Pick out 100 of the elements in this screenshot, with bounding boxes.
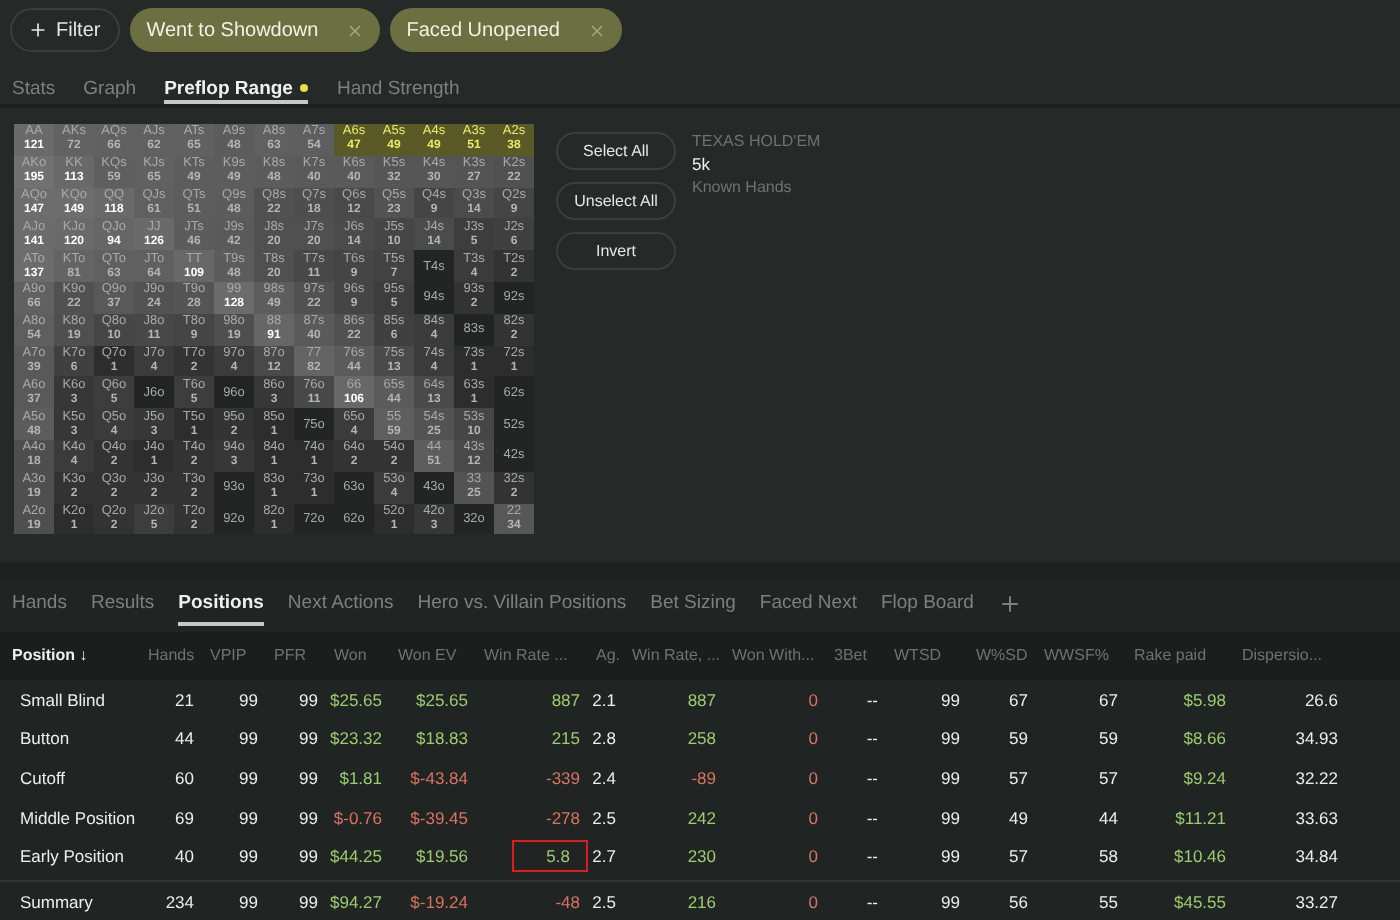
table-cell-text: --: [864, 726, 880, 753]
table-cell-text: -339: [543, 766, 582, 793]
column-header[interactable]: PFR: [266, 646, 326, 665]
view-tab[interactable]: Hand Strength: [336, 66, 460, 104]
column-header[interactable]: Rake paid: [1126, 646, 1234, 665]
table-cell-text: 33.27: [1293, 889, 1340, 916]
table-cell-text: $-43.84: [408, 766, 470, 793]
table-cell-text: --: [864, 844, 880, 871]
report-tab[interactable]: Results: [90, 583, 155, 626]
table-cell-text: 99: [237, 889, 260, 916]
column-header[interactable]: 3Bet: [826, 646, 886, 665]
table-cell-text: 242: [685, 805, 718, 832]
view-tab[interactable]: Stats: [12, 66, 56, 104]
table-cell-text: 99: [237, 687, 260, 714]
game-type: TEXAS HOLD'EM: [692, 132, 821, 150]
table-cell-text: 99: [297, 726, 320, 753]
table-cell-text: 0: [806, 844, 820, 871]
table-cell-text: 216: [685, 889, 718, 916]
table-cell-text: 2.5: [590, 805, 618, 832]
table-cell-text: 34.93: [1293, 726, 1340, 753]
table-cell-text: 99: [939, 844, 962, 871]
table-cell-text: 99: [939, 687, 962, 714]
range-button[interactable]: Select All: [556, 132, 676, 170]
view-tab[interactable]: Preflop Range: [164, 66, 309, 104]
table-cell-text: 99: [939, 726, 962, 753]
column-header[interactable]: WTSD: [886, 646, 968, 665]
table-cell-text: 2.1: [590, 687, 618, 714]
column-header[interactable]: Won: [326, 646, 390, 665]
table-cell-text: 58: [1097, 844, 1120, 871]
report-tab[interactable]: Hands: [12, 583, 67, 626]
table-cell-text: $44.25: [328, 844, 384, 871]
table-cell-text: Cutoff: [18, 766, 68, 793]
table-cell-text: $45.55: [1172, 889, 1228, 916]
table-cell-text: 55: [1097, 889, 1120, 916]
column-header[interactable]: Win Rate, ...: [624, 646, 724, 665]
table-cell-text: 99: [297, 889, 320, 916]
table-cell-text: 99: [297, 766, 320, 793]
view-tab[interactable]: Graph: [83, 66, 137, 104]
table-cell-text: --: [864, 805, 880, 832]
table-cell-text: 99: [237, 726, 260, 753]
column-header[interactable]: Won With...: [724, 646, 826, 665]
table-cell-text: 0: [806, 805, 820, 832]
table-cell-text: 99: [237, 844, 260, 871]
table-cell-text: $-39.45: [408, 805, 470, 832]
table-cell-text: $25.65: [414, 687, 470, 714]
table-cell: 5.8: [512, 840, 588, 873]
table-cell-text: $1.81: [337, 766, 384, 793]
table-cell-text: -278: [543, 805, 582, 832]
hands-label: Known Hands: [692, 178, 794, 196]
filter-button[interactable]: Filter: [10, 8, 121, 52]
table-cell-text: 99: [939, 889, 962, 916]
filter-chip[interactable]: Faced Unopened: [390, 8, 622, 52]
table-cell-text: 234: [163, 889, 196, 916]
close-icon[interactable]: [346, 21, 365, 39]
add-tab-icon[interactable]: [997, 592, 1022, 617]
column-header[interactable]: Position ↓: [12, 646, 140, 665]
table-cell-text: Small Blind: [18, 687, 108, 714]
close-icon[interactable]: [587, 21, 606, 39]
table-cell-text: 99: [297, 687, 320, 714]
table-cell-text: 0: [806, 766, 820, 793]
table-cell-text: -48: [553, 889, 582, 916]
table-cell-text: $5.98: [1181, 687, 1228, 714]
column-header[interactable]: Dispersio...: [1234, 646, 1346, 665]
report-tab[interactable]: Faced Next: [759, 583, 857, 626]
table-cell-text: 2.4: [590, 766, 618, 793]
table-cell-text: 0: [806, 726, 820, 753]
range-button[interactable]: Unselect All: [556, 182, 676, 220]
column-header[interactable]: W%SD: [968, 646, 1036, 665]
table-cell-text: $23.32: [328, 726, 384, 753]
table-cell-text: 69: [173, 805, 196, 832]
report-tab[interactable]: Positions: [178, 583, 264, 626]
table-cell-text: --: [864, 889, 880, 916]
filter-chip[interactable]: Went to Showdown: [130, 8, 381, 52]
report-tab[interactable]: Next Actions: [287, 583, 394, 626]
plus-icon: [28, 20, 48, 40]
table-cell-text: $8.66: [1181, 726, 1228, 753]
column-header[interactable]: Won EV: [390, 646, 476, 665]
table-cell-text: Summary: [18, 889, 95, 916]
table-cell-text: $10.46: [1172, 844, 1228, 871]
table-cell-text: 44: [173, 726, 196, 753]
range-button[interactable]: Invert: [556, 232, 676, 270]
table-cell-text: --: [864, 687, 880, 714]
report-tab[interactable]: Hero vs. Villain Positions: [417, 583, 627, 626]
table-cell-text: $11.21: [1173, 805, 1228, 832]
table-cell-text: 2.5: [590, 889, 618, 916]
report-tab[interactable]: Flop Board: [880, 583, 974, 626]
table-cell-text: 59: [1097, 726, 1120, 753]
column-header[interactable]: VPIP: [202, 646, 266, 665]
table-cell-text: $9.24: [1181, 766, 1228, 793]
table-cell-text: $19.56: [414, 844, 470, 871]
table-cell-text: 57: [1007, 766, 1030, 793]
column-header[interactable]: Ag.: [588, 646, 624, 665]
column-header[interactable]: Hands: [140, 646, 202, 665]
column-header[interactable]: Win Rate ...: [476, 646, 588, 665]
table-cell-text: 99: [939, 805, 962, 832]
column-header[interactable]: WWSF%: [1036, 646, 1126, 665]
report-tab[interactable]: Bet Sizing: [650, 583, 736, 626]
table-cell-text: 44: [1097, 805, 1120, 832]
table-cell-text: Button: [18, 726, 72, 753]
table-cell-text: 67: [1097, 687, 1120, 714]
